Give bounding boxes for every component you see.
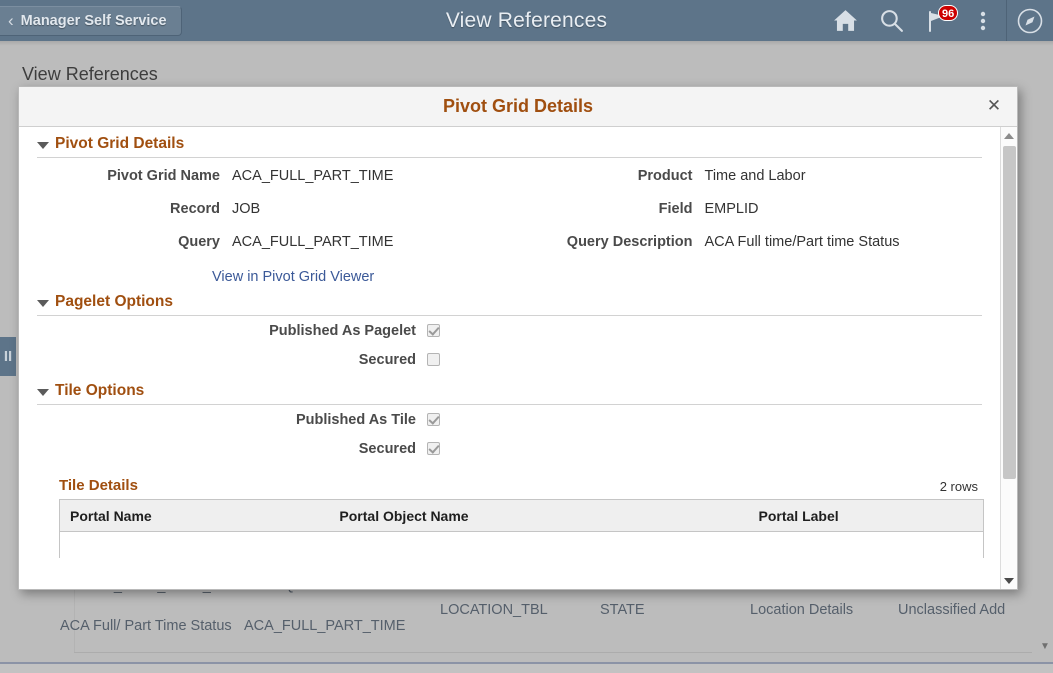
table-row xyxy=(60,532,983,558)
field-value: ACA_FULL_PART_TIME xyxy=(232,234,393,250)
section-header-pagelet-options[interactable]: Pagelet Options xyxy=(37,285,982,311)
close-icon[interactable]: ✕ xyxy=(981,93,1007,119)
app-header-bar: ‹ Manager Self Service View References 9… xyxy=(0,0,1053,41)
page-scroll-down-arrow[interactable]: ▼ xyxy=(1039,641,1051,653)
modal-title: Pivot Grid Details xyxy=(443,96,593,117)
field-label: Record xyxy=(37,201,232,217)
scrollbar-thumb[interactable] xyxy=(1003,146,1016,479)
section-title-tile-options: Tile Options xyxy=(55,382,144,400)
table-row: ACA Full/ Part Time Status xyxy=(60,618,232,634)
section-header-tile-options[interactable]: Tile Options xyxy=(37,374,982,400)
checkbox-row-pagelet-secured: Secured xyxy=(19,345,1000,374)
field-label: Field xyxy=(510,201,705,217)
home-icon[interactable] xyxy=(822,0,868,41)
checkbox-row-published-as-tile: Published As Tile xyxy=(19,405,1000,434)
left-collapsed-panel-tab[interactable]: II xyxy=(0,337,16,376)
field-label: Pivot Grid Name xyxy=(37,168,232,184)
field-value: ACA_FULL_PART_TIME xyxy=(232,168,393,184)
field-field: Field EMPLID xyxy=(510,201,983,234)
field-label: Query Description xyxy=(510,234,705,250)
field-value: JOB xyxy=(232,201,260,217)
modal-header: Pivot Grid Details ✕ xyxy=(19,87,1017,127)
scroll-down-arrow-icon[interactable] xyxy=(1001,572,1017,589)
checkbox-label: Published As Pagelet xyxy=(37,323,427,339)
checkbox-label: Secured xyxy=(37,352,427,368)
table-row: Location Details xyxy=(750,602,853,618)
field-label: Product xyxy=(510,168,705,184)
checkbox-label: Published As Tile xyxy=(37,412,427,428)
column-header-portal-name[interactable]: Portal Name xyxy=(60,508,329,524)
checkbox-row-published-as-pagelet: Published As Pagelet xyxy=(19,316,1000,345)
view-in-pivot-grid-viewer-row: View in Pivot Grid Viewer xyxy=(19,267,1000,285)
table-row: LOCATION_TBL xyxy=(440,602,548,618)
navigator-compass-icon[interactable] xyxy=(1007,0,1053,41)
field-query: Query ACA_FULL_PART_TIME xyxy=(37,234,510,267)
pivot-grid-details-fields: Pivot Grid Name ACA_FULL_PART_TIME Recor… xyxy=(19,158,1000,267)
checkbox-row-tile-secured: Secured xyxy=(19,434,1000,463)
published-as-pagelet-checkbox[interactable] xyxy=(427,324,440,337)
field-pivot-grid-name: Pivot Grid Name ACA_FULL_PART_TIME xyxy=(37,168,510,201)
tile-details-title: Tile Details xyxy=(59,477,138,494)
table-row: Unclassified Add xyxy=(898,602,1005,618)
section-header-pivot-grid-details[interactable]: Pivot Grid Details xyxy=(37,127,982,153)
tile-details-group: Tile Details 2 rows Portal Name Portal O… xyxy=(59,477,982,558)
checkbox-label: Secured xyxy=(37,441,427,457)
back-to-manager-self-service-button[interactable]: ‹ Manager Self Service xyxy=(0,6,182,36)
section-title-pivot-grid-details: Pivot Grid Details xyxy=(55,135,184,153)
back-button-label: Manager Self Service xyxy=(21,13,167,29)
column-header-portal-object-name[interactable]: Portal Object Name xyxy=(329,508,748,524)
field-value: ACA Full time/Part time Status xyxy=(705,234,900,250)
pivot-grid-details-right-column: Product Time and Labor Field EMPLID Quer… xyxy=(510,168,983,267)
section-title-pagelet-options: Pagelet Options xyxy=(55,293,173,311)
notifications-flag-icon[interactable]: 96 xyxy=(914,0,960,41)
header-icon-group: 96 xyxy=(822,0,1053,41)
tile-details-row-count: 2 rows xyxy=(940,479,982,494)
table-row: STATE xyxy=(600,602,645,618)
page-bottom-strip xyxy=(0,662,1053,673)
caret-down-icon[interactable] xyxy=(37,389,49,396)
search-icon[interactable] xyxy=(868,0,914,41)
header-shadow xyxy=(0,41,1053,46)
caret-down-icon[interactable] xyxy=(37,300,49,307)
tile-details-header-row: Portal Name Portal Object Name Portal La… xyxy=(60,500,983,532)
modal-body: Pivot Grid Details Pivot Grid Name ACA_F… xyxy=(19,127,1017,589)
left-collapsed-panel-label: II xyxy=(4,348,12,365)
page-title: View References xyxy=(22,64,158,85)
actions-kebab-icon[interactable] xyxy=(960,0,1006,41)
tile-secured-checkbox[interactable] xyxy=(427,442,440,455)
tile-details-table: Portal Name Portal Object Name Portal La… xyxy=(59,499,984,558)
published-as-tile-checkbox[interactable] xyxy=(427,413,440,426)
chevron-left-icon: ‹ xyxy=(8,12,14,29)
field-query-description: Query Description ACA Full time/Part tim… xyxy=(510,234,983,267)
caret-down-icon[interactable] xyxy=(37,142,49,149)
tile-details-header: Tile Details 2 rows xyxy=(59,477,982,494)
view-in-pivot-grid-viewer-link[interactable]: View in Pivot Grid Viewer xyxy=(212,269,374,285)
field-value: EMPLID xyxy=(705,201,759,217)
pivot-grid-details-left-column: Pivot Grid Name ACA_FULL_PART_TIME Recor… xyxy=(37,168,510,267)
background-grid-rule xyxy=(74,652,1032,653)
modal-vertical-scrollbar[interactable] xyxy=(1000,127,1017,589)
field-label: Query xyxy=(37,234,232,250)
field-record: Record JOB xyxy=(37,201,510,234)
modal-scroll-content: Pivot Grid Details Pivot Grid Name ACA_F… xyxy=(19,127,1000,589)
table-row: ACA_FULL_PART_TIME xyxy=(244,618,405,634)
column-header-portal-label[interactable]: Portal Label xyxy=(749,508,984,524)
notification-badge: 96 xyxy=(938,5,958,21)
field-value: Time and Labor xyxy=(705,168,806,184)
pagelet-secured-checkbox[interactable] xyxy=(427,353,440,366)
field-product: Product Time and Labor xyxy=(510,168,983,201)
pivot-grid-details-modal: Pivot Grid Details ✕ Pivot Grid Details … xyxy=(18,86,1018,590)
scroll-up-arrow-icon[interactable] xyxy=(1001,127,1017,144)
